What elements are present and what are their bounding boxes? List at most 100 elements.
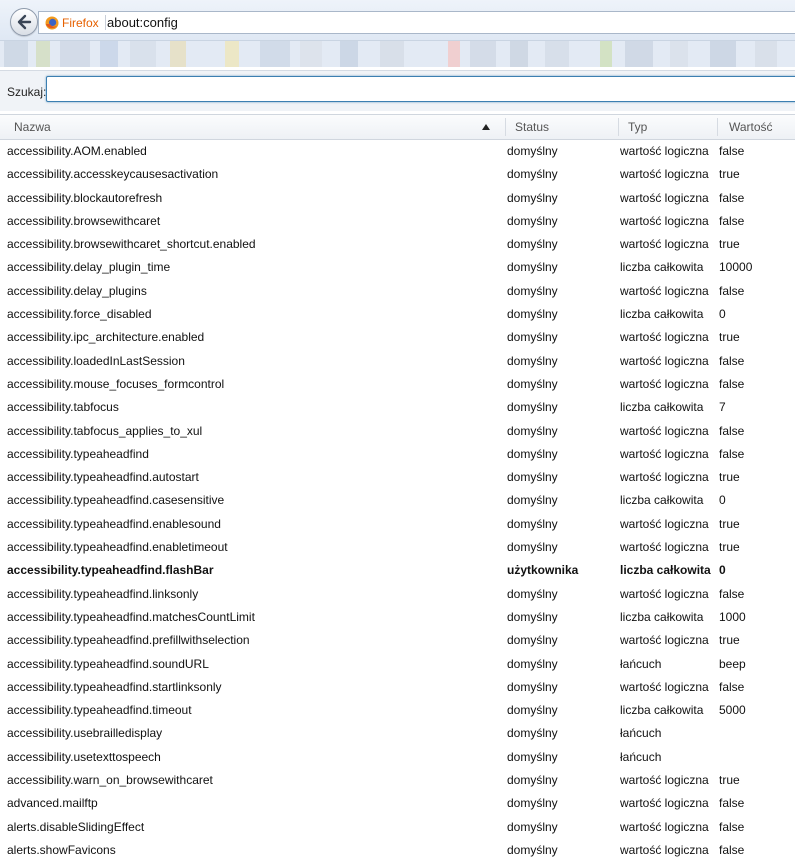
bookmark-item[interactable] (625, 41, 653, 67)
pref-value: false (719, 190, 745, 205)
pref-name: accessibility.typeaheadfind.prefillwiths… (7, 633, 250, 648)
bookmark-item[interactable] (600, 41, 612, 67)
pref-name: alerts.showFavicons (7, 842, 116, 857)
pref-type: wartość logiczna (620, 213, 709, 228)
pref-name: accessibility.typeaheadfind.autostart (7, 470, 199, 485)
table-row[interactable]: accessibility.loadedInLastSession domyśln… (0, 350, 795, 373)
pref-value: false (719, 796, 745, 811)
table-row[interactable]: accessibility.typeaheadfind.autostart dom… (0, 466, 795, 489)
pref-name: accessibility.typeaheadfind.soundURL (7, 656, 209, 671)
table-row[interactable]: accessibility.typeaheadfind domyślny warto… (0, 443, 795, 466)
pref-value: beep (719, 656, 746, 671)
bookmark-item[interactable] (170, 41, 186, 67)
table-row[interactable]: accessibility.usebrailledisplay domyślny ł… (0, 722, 795, 745)
column-header-value[interactable]: Wartość (729, 115, 773, 139)
bookmark-item[interactable] (100, 41, 118, 67)
table-row[interactable]: accessibility.delay_plugin_time domyślny l… (0, 256, 795, 279)
pref-name: accessibility.typeaheadfind.startlinkson… (7, 679, 222, 694)
pref-value: true (719, 516, 740, 531)
bookmark-item[interactable] (545, 41, 569, 67)
bookmark-item[interactable] (448, 41, 460, 67)
pref-type: liczba całkowita (620, 400, 704, 415)
column-divider[interactable] (717, 118, 718, 136)
table-row[interactable]: accessibility.typeaheadfind.soundURL domy… (0, 653, 795, 676)
bookmark-item[interactable] (380, 41, 404, 67)
column-divider[interactable] (505, 118, 506, 136)
bookmark-item[interactable] (670, 41, 688, 67)
column-header-status[interactable]: Status (515, 115, 549, 139)
column-header-name[interactable]: Nazwa (14, 115, 51, 139)
table-row[interactable]: accessibility.tabfocus domyślny liczba cał… (0, 396, 795, 419)
bookmark-item[interactable] (60, 41, 90, 67)
pref-status: domyślny (507, 679, 558, 694)
pref-value: false (719, 283, 745, 298)
table-row[interactable]: accessibility.typeaheadfind.startlinkson… (0, 676, 795, 699)
table-row[interactable]: accessibility.typeaheadfind.casesensitiv… (0, 489, 795, 512)
pref-status: domyślny (507, 703, 558, 718)
pref-name: accessibility.typeaheadfind.timeout (7, 703, 192, 718)
identity-box[interactable]: Firefox (45, 15, 106, 30)
identity-label: Firefox (62, 15, 99, 30)
bookmark-item[interactable] (470, 41, 496, 67)
pref-status: użytkownika (507, 563, 579, 578)
table-row[interactable]: accessibility.accesskeycausesactivation d… (0, 163, 795, 186)
table-row[interactable]: accessibility.usetexttospeech domyślny łań… (0, 746, 795, 769)
pref-name: accessibility.typeaheadfind.enablesound (7, 516, 221, 531)
pref-status: domyślny (507, 213, 558, 228)
table-row[interactable]: accessibility.typeaheadfind.prefillwiths… (0, 629, 795, 652)
table-row[interactable]: accessibility.browsewithcaret domyślny war… (0, 210, 795, 233)
bookmark-item[interactable] (755, 41, 777, 67)
table-row[interactable]: alerts.showFavicons domyślny wartość logic… (0, 839, 795, 862)
table-row[interactable]: accessibility.ipc_architecture.enabled do… (0, 326, 795, 349)
bookmark-item[interactable] (510, 41, 528, 67)
table-row[interactable]: accessibility.tabfocus_applies_to_xul dom… (0, 420, 795, 443)
pref-type: wartość logiczna (620, 330, 709, 345)
bookmark-item[interactable] (340, 41, 358, 67)
pref-value: 0 (719, 307, 726, 322)
table-row[interactable]: accessibility.force_disabled domyślny licz… (0, 303, 795, 326)
table-row[interactable]: accessibility.delay_plugins domyślny warto… (0, 280, 795, 303)
url-bar[interactable]: Firefox about:config (38, 11, 795, 34)
column-header-type[interactable]: Typ (628, 115, 647, 139)
pref-type: liczba całkowita (620, 563, 711, 578)
bookmark-item[interactable] (4, 41, 28, 67)
bookmark-item[interactable] (36, 41, 50, 67)
table-row[interactable]: accessibility.typeaheadfind.linksonly dom… (0, 583, 795, 606)
back-button[interactable] (10, 8, 38, 36)
table-row[interactable]: accessibility.warn_on_browsewithcaret dom… (0, 769, 795, 792)
search-input[interactable] (46, 76, 795, 102)
bookmark-item[interactable] (130, 41, 156, 67)
table-row[interactable]: accessibility.typeaheadfind.matchesCount… (0, 606, 795, 629)
pref-value: true (719, 167, 740, 182)
bookmark-item[interactable] (300, 41, 322, 67)
table-row[interactable]: accessibility.typeaheadfind.enabletimeou… (0, 536, 795, 559)
bookmark-item[interactable] (225, 41, 239, 67)
pref-name: accessibility.mouse_focuses_formcontrol (7, 376, 225, 391)
table-row[interactable]: accessibility.typeaheadfind.flashBar użyt… (0, 559, 795, 582)
table-row[interactable]: accessibility.mouse_focuses_formcontrol d… (0, 373, 795, 396)
pref-name: accessibility.blockautorefresh (7, 190, 163, 205)
table-row[interactable]: accessibility.AOM.enabled domyślny wartość… (0, 140, 795, 163)
bookmark-item[interactable] (260, 41, 290, 67)
pref-name: accessibility.typeaheadfind.flashBar (7, 563, 214, 578)
pref-status: domyślny (507, 633, 558, 648)
pref-value: 10000 (719, 260, 753, 275)
pref-status: domyślny (507, 167, 558, 182)
pref-status: domyślny (507, 237, 558, 252)
pref-value: false (719, 679, 745, 694)
pref-type: wartość logiczna (620, 423, 709, 438)
column-divider[interactable] (618, 118, 619, 136)
pref-type: liczba całkowita (620, 260, 704, 275)
pref-status: domyślny (507, 400, 558, 415)
pref-value: false (719, 423, 745, 438)
pref-value: false (719, 586, 745, 601)
bookmark-item[interactable] (710, 41, 736, 67)
table-header: Nazwa Status Typ Wartość (0, 114, 795, 140)
table-row[interactable]: accessibility.typeaheadfind.timeout domyś… (0, 699, 795, 722)
table-row[interactable]: accessibility.typeaheadfind.enablesound d… (0, 513, 795, 536)
table-row[interactable]: accessibility.browsewithcaret_shortcut.e… (0, 233, 795, 256)
table-row[interactable]: accessibility.blockautorefresh domyślny wa… (0, 187, 795, 210)
table-row[interactable]: advanced.mailftp domyślny wartość logiczna… (0, 792, 795, 815)
url-text[interactable]: about:config (107, 15, 178, 30)
table-row[interactable]: alerts.disableSlidingEffect domyślny warto… (0, 816, 795, 839)
